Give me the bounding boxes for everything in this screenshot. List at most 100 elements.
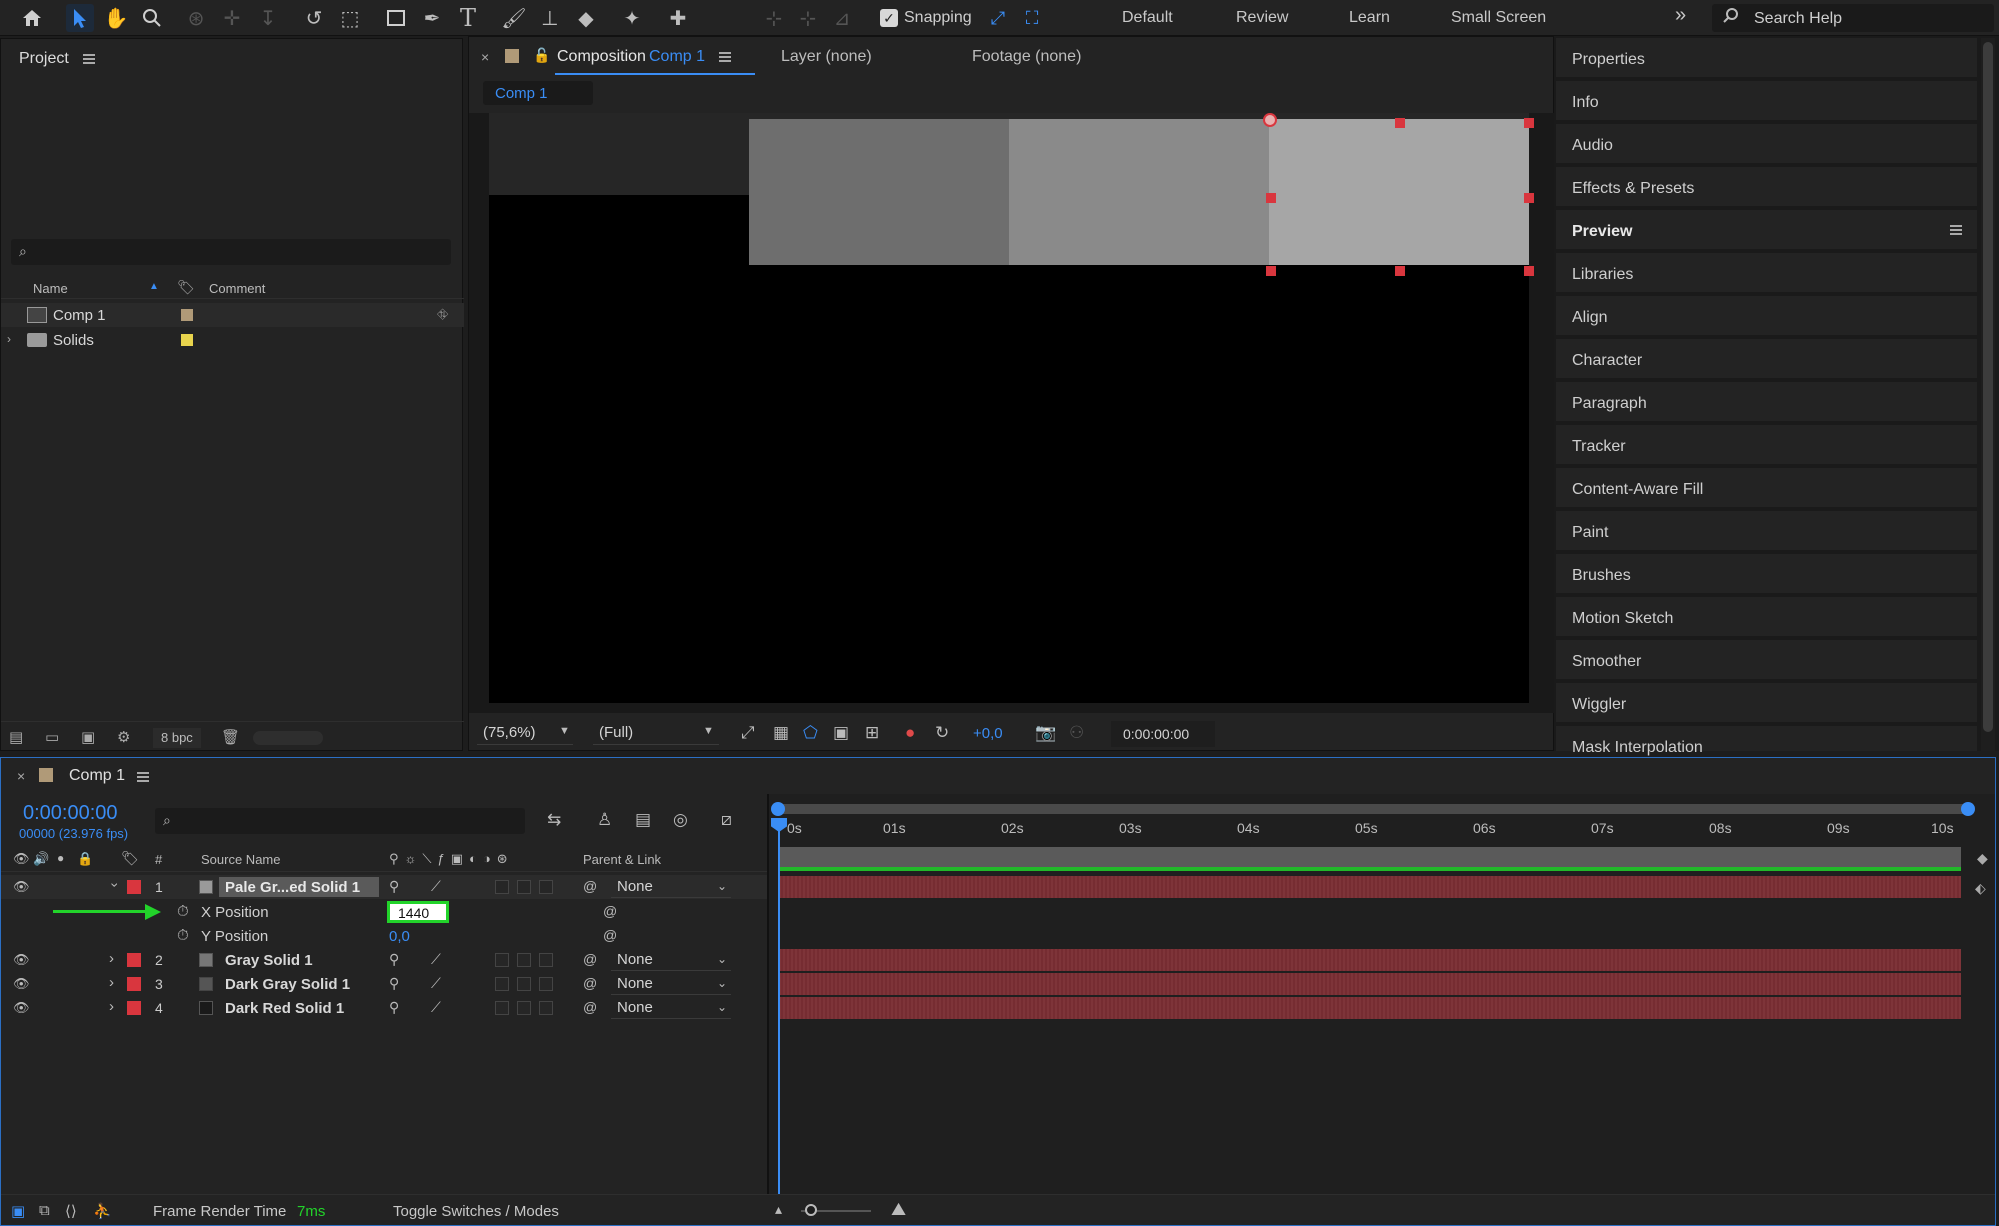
project-item-solids[interactable]: › Solids <box>1 328 464 352</box>
project-item-comp[interactable]: Comp 1 ⛗ <box>1 303 464 327</box>
collapse-chevron-icon[interactable]: › <box>107 883 123 888</box>
current-time-display[interactable]: 0:00:00:00 <box>1111 721 1215 747</box>
composition-tab-prefix[interactable]: Composition <box>557 48 646 66</box>
layer-name[interactable]: Dark Gray Solid 1 <box>225 976 350 993</box>
transform-handle[interactable] <box>1266 266 1276 276</box>
comment-column-header[interactable]: Comment <box>209 281 265 296</box>
snap-features-icon[interactable]: ⛶ <box>1018 4 1046 32</box>
snapping-checkbox[interactable]: ✓ <box>880 9 898 27</box>
panel-properties[interactable]: Properties <box>1556 38 1977 79</box>
interpret-footage-icon[interactable]: ▤ <box>9 728 23 746</box>
current-time[interactable]: 0:00:00:00 <box>23 802 118 825</box>
bit-depth-button[interactable]: 8 bpc <box>153 728 201 748</box>
clone-stamp-icon[interactable]: ⊥ <box>536 4 564 32</box>
workspace-review[interactable]: Review <box>1236 9 1288 27</box>
toggle-switches-modes[interactable]: Toggle Switches / Modes <box>393 1203 559 1220</box>
audio-icon[interactable]: 🔊 <box>33 851 49 867</box>
layer-tab[interactable]: Layer (none) <box>781 48 872 66</box>
parent-dropdown-3[interactable]: None ⌄ <box>611 973 731 995</box>
parent-dropdown-2[interactable]: None ⌄ <box>611 949 731 971</box>
gray-solid[interactable] <box>1009 119 1269 265</box>
comp-sub-tab[interactable]: Comp 1 <box>483 81 593 105</box>
transform-handle[interactable] <box>1524 266 1534 276</box>
pick-whip-icon[interactable]: @ <box>583 951 597 967</box>
pick-whip-icon[interactable]: @ <box>583 878 597 894</box>
panel-character[interactable]: Character <box>1556 339 1977 380</box>
thumbnail-slider[interactable] <box>253 731 323 745</box>
show-snapshot-icon[interactable]: ⚇ <box>1069 723 1084 743</box>
panel-motion-sketch[interactable]: Motion Sketch <box>1556 597 1977 638</box>
zoom-slider-thumb[interactable] <box>805 1204 817 1216</box>
timeline-menu-icon[interactable] <box>137 772 149 782</box>
fast-previews-icon[interactable]: ⤢ <box>741 723 755 743</box>
work-area-end-handle[interactable] <box>1961 802 1975 816</box>
layer-bar-2[interactable] <box>779 949 1961 971</box>
rectangle-tool-icon[interactable] <box>382 4 410 32</box>
flowchart-icon[interactable]: ⛗ <box>437 306 448 323</box>
expand-chevron-icon[interactable]: › <box>109 998 114 1015</box>
roto-brush-icon[interactable]: ✦ <box>618 4 646 32</box>
panel-effects-presets[interactable]: Effects & Presets <box>1556 167 1977 208</box>
transform-handle[interactable] <box>1524 118 1534 128</box>
expand-chevron-icon[interactable]: › <box>109 974 114 991</box>
layer-bar-4[interactable] <box>779 997 1961 1019</box>
layer-row-2[interactable]: 👁 › 2 Gray Solid 1 ⚲ ⟋ @ None ⌄ <box>1 948 771 972</box>
panel-smoother[interactable]: Smoother <box>1556 640 1977 681</box>
eraser-tool-icon[interactable]: ◆ <box>572 4 600 32</box>
switch-box[interactable] <box>495 880 509 894</box>
puppet-pin-icon[interactable]: ✚ <box>664 4 692 32</box>
render-time-toggle-icon[interactable]: ⛹ <box>93 1202 112 1220</box>
layer-name[interactable]: Dark Red Solid 1 <box>225 1000 344 1017</box>
layer-label-color[interactable] <box>127 977 141 991</box>
panel-libraries[interactable]: Libraries <box>1556 253 1977 294</box>
dark-gray-solid[interactable] <box>749 119 1009 265</box>
pick-whip-icon[interactable]: @ <box>583 975 597 991</box>
panel-brushes[interactable]: Brushes <box>1556 554 1977 595</box>
shy-switch-icon[interactable]: ⚲ <box>389 975 399 992</box>
switch-box[interactable] <box>495 977 509 991</box>
in-out-toggle-icon[interactable]: ⟨⟩ <box>65 1202 77 1220</box>
eye-icon[interactable]: 👁 <box>13 879 30 895</box>
work-area-start-handle[interactable] <box>771 802 785 816</box>
panel-paragraph[interactable]: Paragraph <box>1556 382 1977 423</box>
zoom-tool-icon[interactable] <box>138 4 166 32</box>
shy-switch-icon[interactable]: ⚲ <box>389 999 399 1016</box>
brush-tool-icon[interactable]: 🖌 <box>500 4 528 32</box>
mask-visibility-icon[interactable]: ⬠ <box>803 723 818 743</box>
transfer-controls-toggle-icon[interactable]: ⧉ <box>39 1202 50 1219</box>
switch-box[interactable] <box>517 977 531 991</box>
switch-box[interactable] <box>539 953 553 967</box>
right-scrollbar-thumb[interactable] <box>1983 42 1993 732</box>
anchor-point-handle[interactable] <box>1263 113 1277 127</box>
label-color-swatch[interactable] <box>181 309 193 321</box>
label-color-swatch[interactable] <box>181 334 193 346</box>
transform-handle[interactable] <box>1395 118 1405 128</box>
snap-edges-icon[interactable]: ⤢ <box>984 4 1012 32</box>
layer-label-color[interactable] <box>127 880 141 894</box>
project-settings-icon[interactable]: ⚙ <box>117 728 130 746</box>
transform-handle[interactable] <box>1266 193 1276 203</box>
layer-handle-icon[interactable]: ⬖ <box>1975 880 1986 897</box>
preview-menu-icon[interactable] <box>1950 225 1962 235</box>
eye-icon[interactable]: 👁 <box>13 851 30 867</box>
layer-label-color[interactable] <box>127 953 141 967</box>
layer-label-color[interactable] <box>127 1001 141 1015</box>
snapshot-camera-icon[interactable]: 📷 <box>1035 723 1056 743</box>
parent-dropdown-4[interactable]: None ⌄ <box>611 997 731 1019</box>
timeline-search-input[interactable]: ⌕ <box>155 808 525 834</box>
axis-view-icon[interactable]: ⊿ <box>828 4 856 32</box>
parent-link-header[interactable]: Parent & Link <box>583 852 661 867</box>
switch-box[interactable] <box>539 880 553 894</box>
work-area-bar[interactable] <box>771 802 1975 816</box>
axis-world-icon[interactable]: ⊹ <box>794 4 822 32</box>
x-position-value-input[interactable]: 1440 <box>387 901 449 923</box>
region-of-interest-icon[interactable]: ▣ <box>833 723 849 743</box>
switch-box[interactable] <box>539 977 553 991</box>
switch-box[interactable] <box>539 1001 553 1015</box>
switch-box[interactable] <box>495 1001 509 1015</box>
switch-box[interactable] <box>517 1001 531 1015</box>
quality-switch-icon[interactable]: ⟋ <box>431 878 441 895</box>
transparency-grid-icon[interactable]: ▦ <box>773 723 789 743</box>
pick-whip-icon[interactable]: @ <box>583 999 597 1015</box>
rotate-tool-icon[interactable]: ↺ <box>300 4 328 32</box>
